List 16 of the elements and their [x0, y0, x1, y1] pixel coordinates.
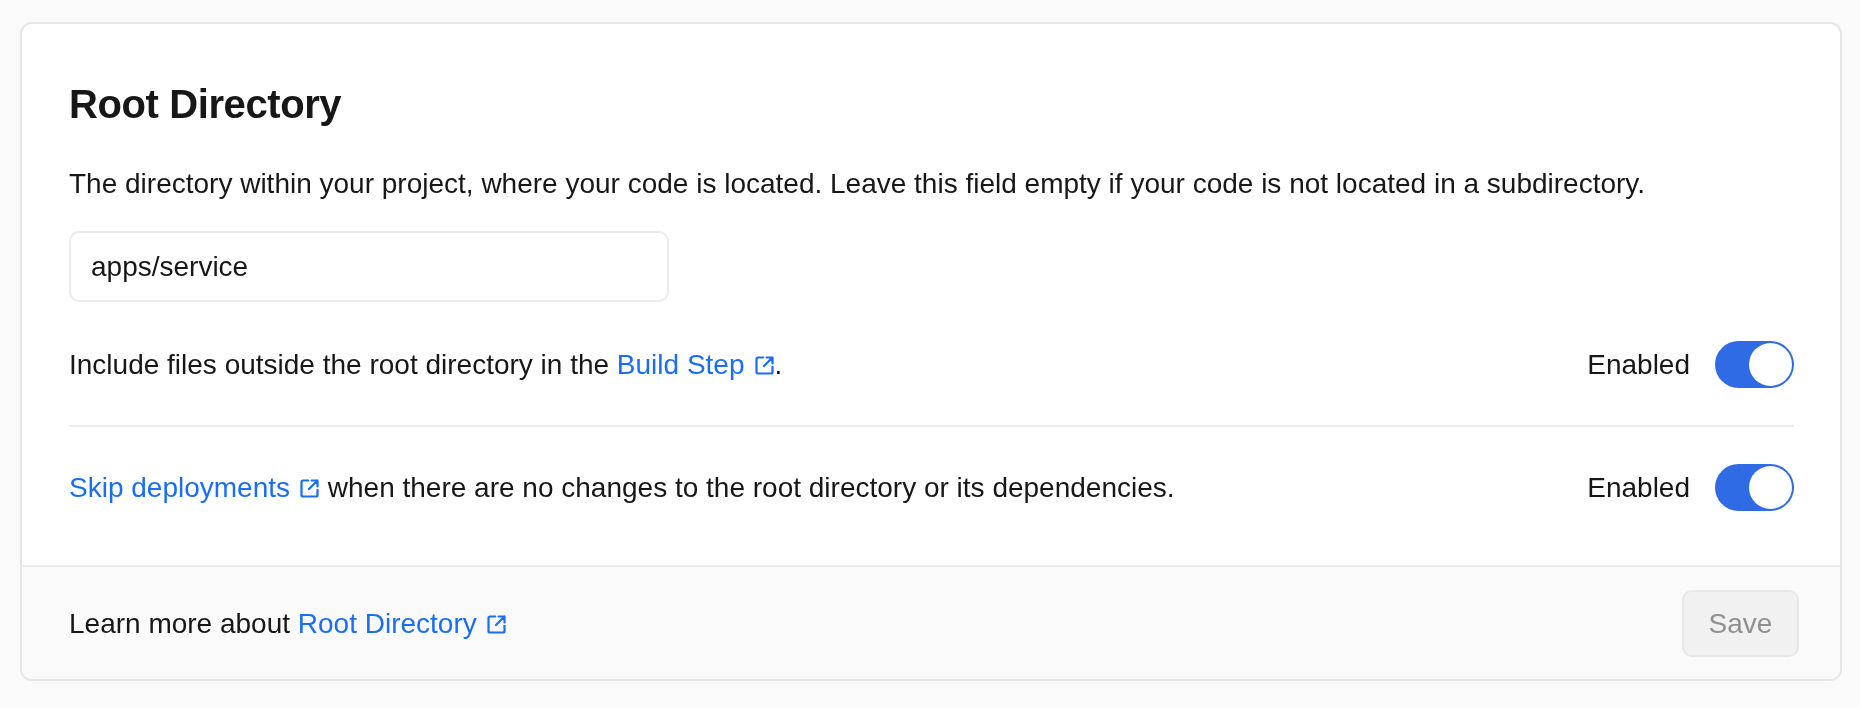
setting-description: Include files outside the root directory in the Build Step .: [69, 347, 783, 382]
section-description: The directory within your project, where your code is located. Leave this field empty if your code is not located in a subdirectory.: [69, 167, 1647, 201]
external-link[interactable]: Build Step: [616, 348, 775, 380]
toggle-status-label: Enabled: [1587, 347, 1690, 382]
external-link[interactable]: Skip deployments: [69, 471, 320, 503]
external-link-icon: [485, 613, 507, 635]
external-link[interactable]: Root Directory: [297, 607, 507, 639]
external-link-icon: [299, 477, 320, 499]
section-title: Root Directory: [69, 81, 343, 128]
external-link-icon: [753, 354, 775, 376]
root-directory-field[interactable]: apps/service: [69, 231, 669, 302]
toggle-switch[interactable]: [1715, 464, 1794, 511]
toggle-switch[interactable]: [1715, 341, 1794, 388]
toggle-status-label: Enabled: [1587, 470, 1690, 505]
setting-description: Skip deployments when there are no changes to the root directory or its dependencies.: [69, 470, 1175, 505]
footer-text: Learn more about Root Directory: [69, 603, 507, 644]
